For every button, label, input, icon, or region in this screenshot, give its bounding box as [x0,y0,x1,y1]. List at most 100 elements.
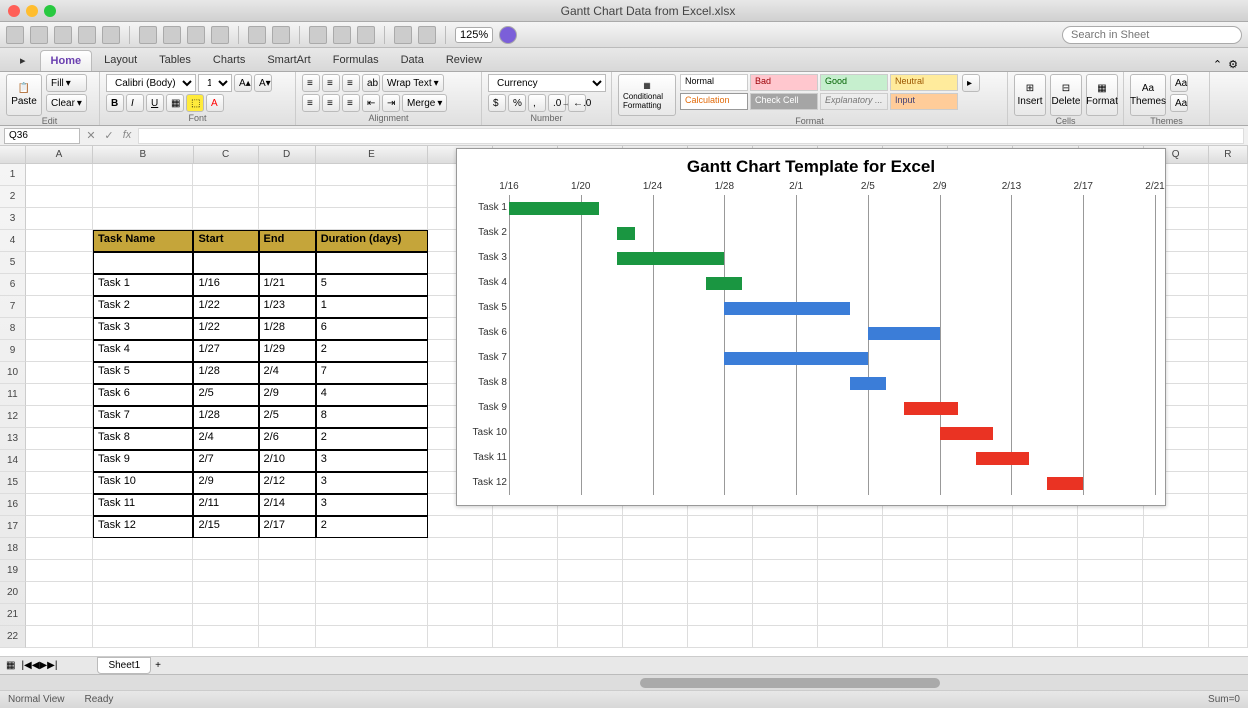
cell[interactable] [688,604,753,626]
cell[interactable] [1209,252,1248,274]
cell[interactable]: Task 11 [93,494,193,516]
cell[interactable] [948,538,1013,560]
gantt-bar[interactable] [617,227,635,240]
row-header[interactable]: 1 [0,164,26,186]
tab-tables[interactable]: Tables [149,50,201,71]
cell[interactable] [688,626,753,648]
cell[interactable]: 2 [316,428,428,450]
cell[interactable] [428,538,493,560]
cell[interactable] [1013,626,1078,648]
row-header[interactable]: 5 [0,252,26,274]
cell[interactable] [1013,582,1078,604]
cell[interactable] [259,186,316,208]
cell[interactable] [1209,296,1248,318]
cell[interactable] [1209,406,1248,428]
row-header[interactable]: 9 [0,340,26,362]
align-right-icon[interactable]: ≡ [342,94,360,112]
cell[interactable]: 2/4 [193,428,258,450]
open-icon[interactable] [78,26,96,44]
cell[interactable] [26,296,93,318]
cell[interactable] [558,582,623,604]
row-header[interactable]: 22 [0,626,26,648]
name-box[interactable] [4,128,80,144]
cell[interactable]: 1/28 [193,406,258,428]
cell[interactable]: 1/22 [193,318,258,340]
cell[interactable]: 2 [316,340,428,362]
cell[interactable] [26,252,93,274]
cell[interactable] [1013,604,1078,626]
cell[interactable]: 2/10 [259,450,316,472]
fill-button[interactable]: Fill ▾ [46,74,87,92]
formula-input[interactable] [138,128,1244,144]
sort-icon[interactable] [333,26,351,44]
row-header[interactable]: 15 [0,472,26,494]
column-header[interactable]: C [194,146,259,163]
currency-icon[interactable]: $ [488,94,506,112]
font-size-select[interactable]: 12 [198,74,232,92]
cell[interactable] [26,516,93,538]
cell[interactable] [1209,428,1248,450]
cell[interactable] [93,186,193,208]
cell[interactable]: Task 3 [93,318,193,340]
cell[interactable] [428,604,493,626]
cell[interactable] [1209,560,1248,582]
indent-increase-icon[interactable]: ⇥ [382,94,400,112]
cell[interactable] [26,626,93,648]
cell[interactable] [1209,538,1248,560]
fx-toggle-icon[interactable] [394,26,412,44]
tab-charts[interactable]: Charts [203,50,255,71]
theme-fonts-icon[interactable]: Aa [1170,94,1188,112]
cell[interactable] [1143,626,1208,648]
row-header[interactable]: 13 [0,428,26,450]
cell[interactable]: 3 [316,472,428,494]
redo-icon[interactable] [272,26,290,44]
cell[interactable]: 6 [316,318,428,340]
gantt-bar[interactable] [724,352,868,365]
cell[interactable] [26,230,93,252]
column-header[interactable]: B [93,146,194,163]
sum-icon[interactable] [309,26,327,44]
cell[interactable] [1209,230,1248,252]
percent-icon[interactable]: % [508,94,526,112]
cell[interactable] [883,538,948,560]
cell[interactable] [193,582,258,604]
comma-icon[interactable]: , [528,94,546,112]
cell[interactable] [948,516,1013,538]
tab-data[interactable]: Data [391,50,434,71]
tab-home[interactable]: Home [40,50,93,71]
cell[interactable] [1209,604,1248,626]
cell[interactable] [493,626,558,648]
cell[interactable] [1209,164,1248,186]
cell[interactable]: 1/27 [193,340,258,362]
cell[interactable]: 3 [316,450,428,472]
column-header[interactable]: R [1209,146,1248,163]
cell[interactable]: 2/5 [193,384,258,406]
cell[interactable] [428,516,493,538]
fill-color-button[interactable]: ⬚ [186,94,204,112]
cell[interactable] [259,560,316,582]
gantt-bar[interactable] [617,252,725,265]
add-sheet-icon[interactable]: + [155,660,161,671]
row-header[interactable]: 16 [0,494,26,516]
cell[interactable] [1209,186,1248,208]
gantt-bar[interactable] [724,302,850,315]
row-header[interactable]: 12 [0,406,26,428]
style-check-cell[interactable]: Check Cell [750,93,818,110]
bold-button[interactable]: B [106,94,124,112]
cell[interactable]: Task 7 [93,406,193,428]
cell[interactable] [193,560,258,582]
cell[interactable] [623,626,688,648]
increase-font-icon[interactable]: A▴ [234,74,252,92]
cell[interactable]: Duration (days) [316,230,428,252]
spreadsheet-area[interactable]: ABCDEFGHIJKLMNOPQR 123456789101112131415… [0,146,1248,656]
gantt-bar[interactable] [1047,477,1083,490]
cell[interactable] [316,582,428,604]
cell[interactable] [26,274,93,296]
gear-icon[interactable]: ⚙ [1228,58,1238,71]
cell[interactable] [818,560,883,582]
cell[interactable]: Task 1 [93,274,193,296]
row-header[interactable]: 21 [0,604,26,626]
cell[interactable]: 1/28 [259,318,316,340]
cell[interactable] [1209,318,1248,340]
cell[interactable] [93,560,193,582]
